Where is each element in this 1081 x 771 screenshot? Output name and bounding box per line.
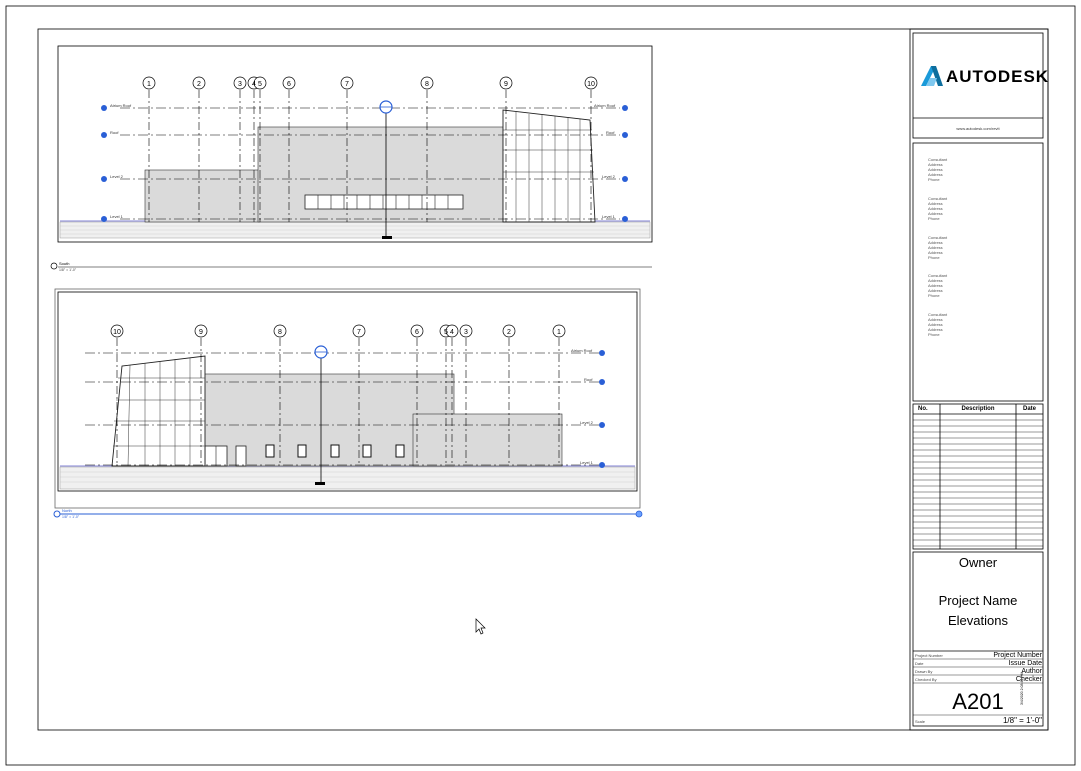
grid-label: 4 bbox=[252, 81, 256, 88]
view-title-extent-grip[interactable] bbox=[635, 510, 643, 518]
level-head-icon bbox=[599, 462, 605, 468]
grid-label: 9 bbox=[199, 329, 203, 336]
revision-header-no: No. bbox=[918, 406, 928, 412]
north-low-wing bbox=[412, 413, 563, 467]
field-value: Issue Date bbox=[1008, 660, 1042, 667]
field-label: Project Number bbox=[915, 653, 943, 658]
view-title-icon[interactable] bbox=[53, 510, 61, 518]
consultant-block: Consultant Address Address Address Phone bbox=[928, 235, 948, 260]
level-head-icon bbox=[622, 176, 628, 182]
north-level-label: Atrium Roof bbox=[571, 348, 593, 353]
north-door bbox=[235, 445, 247, 467]
south-level-label: Level 2 bbox=[110, 174, 124, 179]
field-label: Drawn By bbox=[915, 669, 933, 674]
north-ground bbox=[59, 466, 636, 490]
south-window-band bbox=[304, 194, 464, 210]
south-level-label: Atrium Roof bbox=[110, 103, 132, 108]
field-value: Checker bbox=[1015, 676, 1042, 683]
north-atrium bbox=[111, 355, 206, 467]
north-window bbox=[362, 444, 372, 458]
grid-label: 10 bbox=[113, 329, 121, 336]
section-marker-base bbox=[315, 482, 325, 485]
grid-label: 6 bbox=[415, 329, 419, 336]
level-head-icon bbox=[599, 422, 605, 428]
grid-label: 9 bbox=[504, 81, 508, 88]
south-low-wing bbox=[144, 169, 261, 223]
field-value: Project Number bbox=[993, 652, 1042, 659]
south-view-scale: 1/8" = 1'-0" bbox=[59, 268, 77, 272]
north-level-label: Level 2 bbox=[580, 420, 594, 425]
south-level-label: Roof bbox=[606, 130, 615, 135]
autodesk-logo-text: AUTODESK bbox=[946, 67, 1050, 86]
south-level-label: Level 1 bbox=[602, 214, 616, 219]
view-title-icon bbox=[50, 262, 58, 270]
south-level-label: Level 2 bbox=[602, 174, 616, 179]
field-value: Author bbox=[1021, 668, 1042, 675]
grid-label: 3 bbox=[238, 81, 242, 88]
consultant-block: Consultant Address Address Address Phone bbox=[928, 157, 948, 182]
south-view-title: South bbox=[59, 261, 69, 266]
south-elevation-viewport[interactable]: Atrium Roof Roof Level 2 Level 1 Atrium … bbox=[50, 45, 653, 272]
field-label: Checked By bbox=[915, 677, 937, 682]
north-window bbox=[265, 444, 275, 458]
revision-header-description: Description bbox=[961, 406, 995, 412]
north-window bbox=[395, 444, 405, 458]
revision-header-date: Date bbox=[1022, 406, 1036, 412]
grid-label: 1 bbox=[147, 81, 151, 88]
grid-label: 4 bbox=[450, 329, 454, 336]
north-level-label: Roof bbox=[584, 377, 593, 382]
grid-label: 2 bbox=[507, 329, 511, 336]
grid-label: 7 bbox=[345, 81, 349, 88]
level-head-icon bbox=[101, 216, 107, 222]
north-elevation-viewport[interactable]: Atrium Roof Roof Level 2 Level 1 10 9 8 … bbox=[53, 288, 643, 519]
level-head-icon bbox=[101, 105, 107, 111]
south-level-label: Level 1 bbox=[110, 214, 124, 219]
grid-label: 10 bbox=[587, 81, 595, 88]
level-head-icon bbox=[599, 379, 605, 385]
autodesk-url: www.autodesk.com/revit bbox=[956, 126, 1000, 131]
consultant-block: Consultant Address Address Address Phone bbox=[928, 312, 948, 337]
mouse-cursor-icon bbox=[475, 618, 486, 635]
grid-label: 5 bbox=[444, 329, 448, 336]
grid-label: 2 bbox=[197, 81, 201, 88]
autodesk-logo-icon bbox=[921, 66, 943, 86]
level-head-icon bbox=[599, 350, 605, 356]
north-window bbox=[330, 444, 340, 458]
south-level-label: Atrium Roof bbox=[594, 103, 616, 108]
level-head-icon bbox=[622, 132, 628, 138]
grid-label: 8 bbox=[278, 329, 282, 336]
level-head-icon bbox=[622, 105, 628, 111]
grid-label: 8 bbox=[425, 81, 429, 88]
grid-label: 1 bbox=[557, 329, 561, 336]
consultant-block: Consultant Address Address Address Phone bbox=[928, 273, 948, 298]
south-level-label: Roof bbox=[110, 130, 119, 135]
north-view-scale: 1/8" = 1'-0" bbox=[62, 515, 80, 519]
consultant-block: Consultant Address Address Address Phone bbox=[928, 196, 948, 221]
north-view-title: North bbox=[62, 508, 72, 513]
grid-label: 5 bbox=[258, 81, 262, 88]
sheet-name: Elevations bbox=[948, 613, 1008, 628]
level-head-icon bbox=[101, 132, 107, 138]
owner-label: Owner bbox=[958, 555, 998, 570]
level-head-icon bbox=[101, 176, 107, 182]
print-timestamp: 3/4/2020 2:08:40 PM bbox=[1020, 672, 1024, 706]
project-name: Project Name bbox=[938, 593, 1018, 608]
scale-value: 1/8" = 1'-0" bbox=[1002, 716, 1042, 725]
south-atrium bbox=[502, 109, 596, 223]
section-marker-base bbox=[382, 236, 392, 239]
north-level-label: Level 1 bbox=[580, 460, 594, 465]
grid-label: 7 bbox=[357, 329, 361, 336]
revision-table-rows bbox=[913, 419, 1043, 547]
grid-label: 6 bbox=[287, 81, 291, 88]
field-label: Date bbox=[915, 661, 924, 666]
grid-label: 3 bbox=[464, 329, 468, 336]
scale-label: Scale bbox=[915, 719, 926, 724]
level-head-icon bbox=[622, 216, 628, 222]
north-window bbox=[297, 444, 307, 458]
